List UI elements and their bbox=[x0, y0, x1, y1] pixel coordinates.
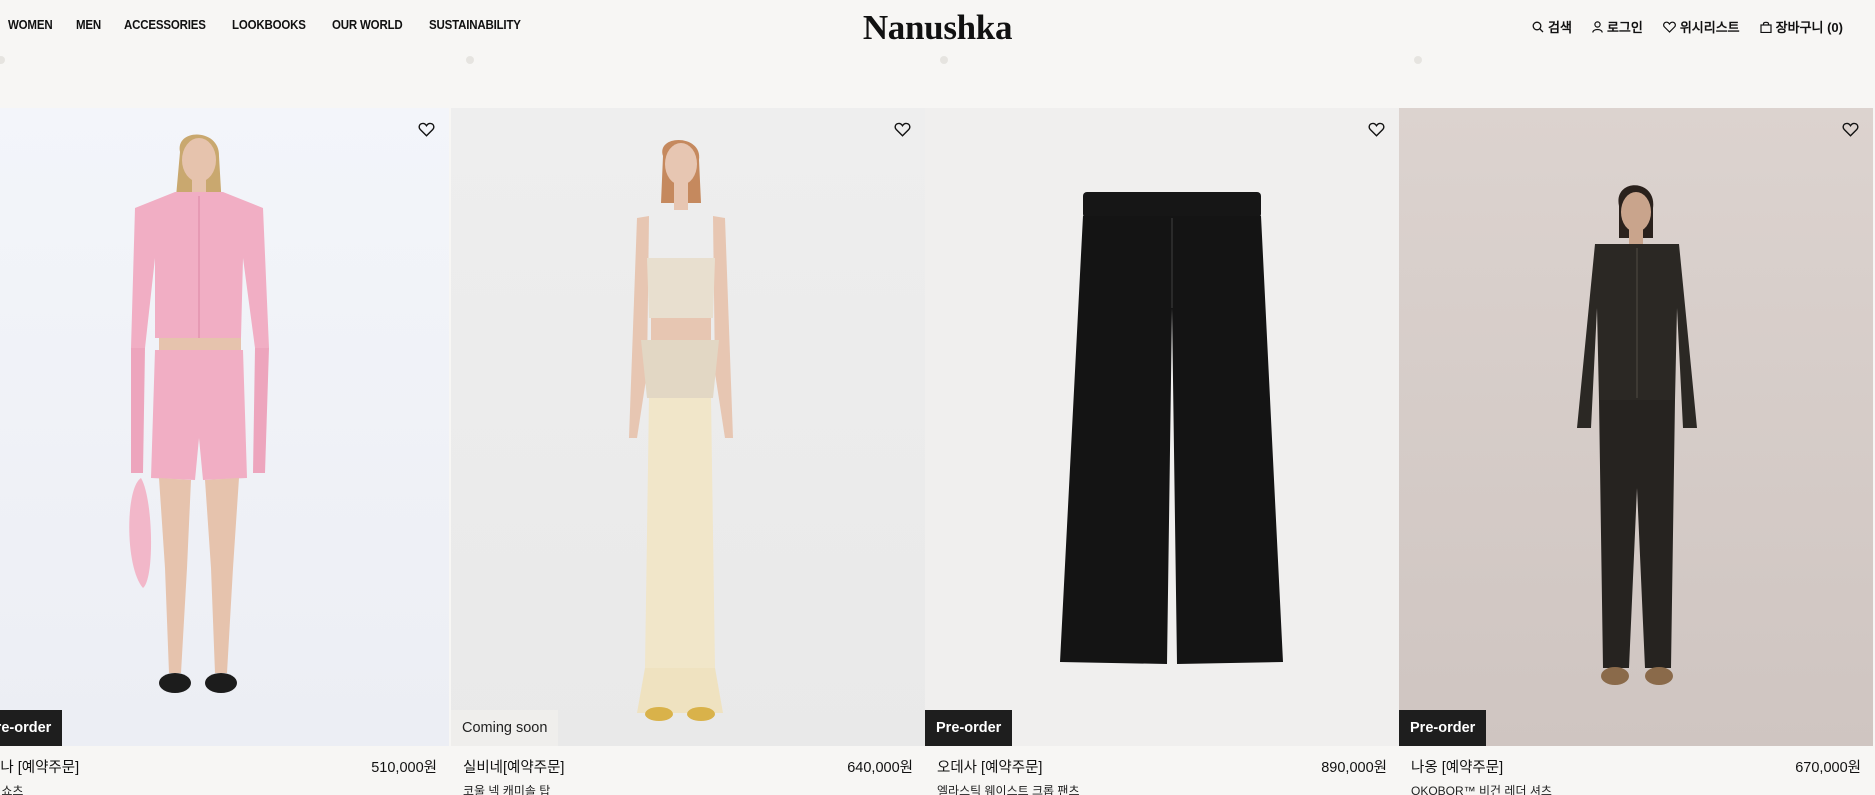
login-label: 로그인 bbox=[1606, 20, 1643, 35]
header-utilities: 검색 로그인 위시리스트 장바구니 (0) bbox=[1512, 17, 1843, 36]
product-price: 640,000원 bbox=[847, 760, 913, 776]
heart-icon bbox=[894, 122, 910, 137]
status-badge: Coming soon bbox=[451, 710, 559, 746]
product-price: 670,000원 bbox=[1795, 760, 1861, 776]
wishlist-label: 위시리스트 bbox=[1679, 20, 1740, 35]
product-name[interactable]: 실비네[예약주문] bbox=[463, 756, 564, 777]
site-header: WOMEN MEN ACCESSORIES LOOKBOOKS OUR WORL… bbox=[0, 0, 1875, 52]
product-info: 나옹 [예약주문] 670,000원 OKOBOR™ 비건 레더 셔츠 bbox=[1399, 746, 1873, 795]
brand-logo[interactable]: Nanushka bbox=[863, 8, 1013, 47]
wishlist-toggle[interactable] bbox=[1839, 118, 1861, 140]
nav-lookbooks[interactable]: LOOKBOOKS bbox=[232, 18, 306, 32]
product-price: 890,000원 bbox=[1321, 760, 1387, 776]
user-icon bbox=[1592, 20, 1603, 33]
product-grid: Pre-order 렌나 [예약주문] 510,000원 서 쇼츠 bbox=[0, 108, 1875, 795]
product-image[interactable]: Pre-order bbox=[0, 108, 449, 746]
product-image[interactable]: Pre-order bbox=[925, 108, 1399, 746]
wishlist-toggle[interactable] bbox=[891, 118, 913, 140]
wishlist-toggle[interactable] bbox=[1365, 118, 1387, 140]
search-label: 검색 bbox=[1548, 20, 1572, 35]
status-badge: Pre-order bbox=[1399, 710, 1487, 746]
main-nav: WOMEN MEN ACCESSORIES LOOKBOOKS OUR WORL… bbox=[8, 18, 549, 32]
nav-women[interactable]: WOMEN bbox=[8, 18, 53, 32]
product-card[interactable]: Pre-order 나옹 [예약주문] 670,000원 OKOBOR™ 비건 … bbox=[1399, 108, 1873, 795]
status-badge: Pre-order bbox=[925, 710, 1013, 746]
heart-icon bbox=[418, 122, 434, 137]
heart-icon bbox=[1368, 122, 1384, 137]
product-name[interactable]: 오데사 [예약주문] bbox=[937, 756, 1042, 777]
carousel-dot[interactable] bbox=[1414, 56, 1422, 64]
product-subtitle: OKOBOR™ 비건 레더 셔츠 bbox=[1411, 784, 1552, 795]
product-card[interactable]: Pre-order 오데사 [예약주문] 890,000원 엘라스틱 웨이스트 … bbox=[925, 108, 1399, 795]
nav-our-world[interactable]: OUR WORLD bbox=[332, 18, 403, 32]
black-wide-leg-trousers-image bbox=[1060, 192, 1283, 664]
heart-icon bbox=[1842, 122, 1858, 137]
wishlist-toggle[interactable] bbox=[415, 118, 437, 140]
carousel-dot[interactable] bbox=[466, 56, 474, 64]
product-card[interactable]: Pre-order 렌나 [예약주문] 510,000원 서 쇼츠 bbox=[0, 108, 449, 795]
carousel-indicators bbox=[0, 56, 1875, 70]
product-info: 실비네[예약주문] 640,000원 코울 넥 캐미솔 탑 bbox=[451, 746, 925, 795]
product-price: 510,000원 bbox=[371, 760, 437, 776]
heart-icon bbox=[1662, 21, 1676, 33]
product-name[interactable]: 나옹 [예약주문] bbox=[1411, 756, 1503, 777]
search-button[interactable]: 검색 bbox=[1532, 17, 1572, 36]
product-info: 렌나 [예약주문] 510,000원 서 쇼츠 bbox=[0, 746, 449, 795]
product-name[interactable]: 렌나 [예약주문] bbox=[0, 756, 79, 777]
carousel-dot[interactable] bbox=[0, 56, 5, 64]
search-icon bbox=[1532, 21, 1544, 32]
wishlist-button[interactable]: 위시리스트 bbox=[1662, 17, 1740, 36]
product-card[interactable]: Coming soon 실비네[예약주문] 640,000원 코울 넥 캐미솔 … bbox=[451, 108, 925, 795]
model-pink-leather-set-image bbox=[129, 134, 269, 693]
model-satin-cowl-camisole-image bbox=[629, 139, 733, 721]
login-button[interactable]: 로그인 bbox=[1592, 17, 1643, 36]
nav-sustainability[interactable]: SUSTAINABILITY bbox=[429, 18, 521, 32]
product-info: 오데사 [예약주문] 890,000원 엘라스틱 웨이스트 크롭 팬츠 bbox=[925, 746, 1399, 795]
carousel-dot[interactable] bbox=[940, 56, 948, 64]
cart-label: 장바구니 (0) bbox=[1775, 20, 1843, 35]
product-subtitle: 엘라스틱 웨이스트 크롭 팬츠 bbox=[937, 784, 1080, 795]
product-image[interactable]: Coming soon bbox=[451, 108, 925, 746]
nav-accessories[interactable]: ACCESSORIES bbox=[124, 18, 206, 32]
product-subtitle: 코울 넥 캐미솔 탑 bbox=[463, 784, 551, 795]
model-black-leather-outfit-image bbox=[1577, 185, 1697, 685]
nav-men[interactable]: MEN bbox=[76, 18, 101, 32]
cart-button[interactable]: 장바구니 (0) bbox=[1760, 17, 1843, 36]
bag-icon bbox=[1760, 21, 1772, 33]
product-image[interactable]: Pre-order bbox=[1399, 108, 1873, 746]
product-subtitle: 서 쇼츠 bbox=[0, 784, 24, 795]
status-badge: Pre-order bbox=[0, 710, 63, 746]
